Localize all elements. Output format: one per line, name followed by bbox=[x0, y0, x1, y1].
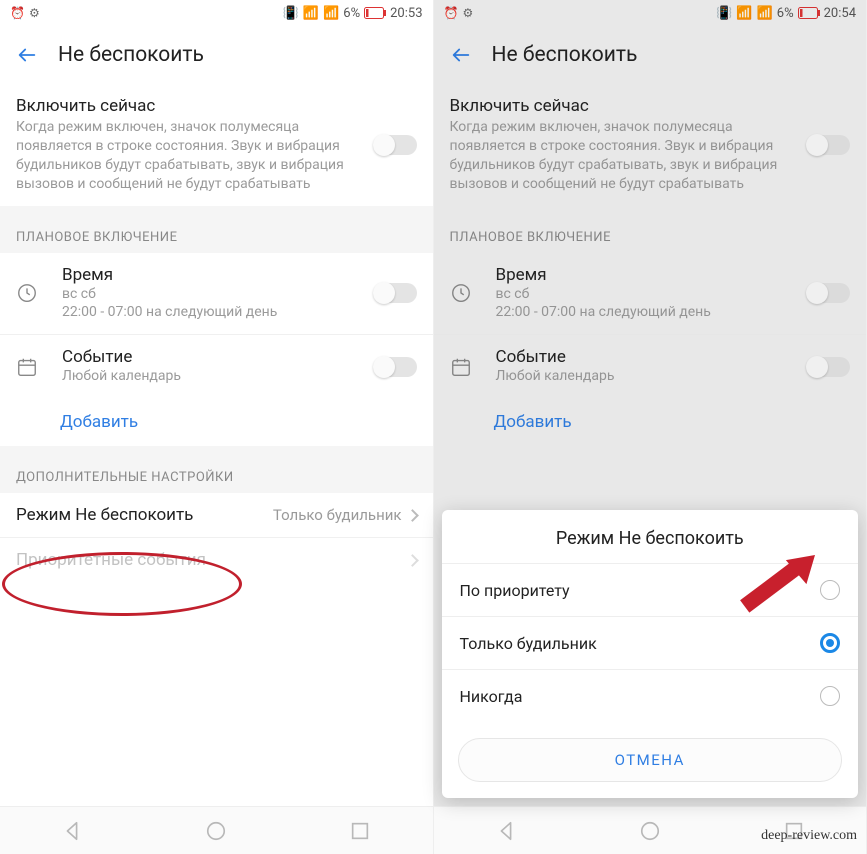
event-title: Событие bbox=[62, 347, 363, 367]
status-bar: ⏰ ⚙ 📳 📶 📶 6% 20:53 bbox=[0, 0, 433, 26]
alarm-icon: ⏰ bbox=[10, 6, 25, 20]
event-title: Событие bbox=[496, 347, 797, 367]
time-title: Время bbox=[62, 265, 363, 285]
bt-icon: ⚙ bbox=[29, 6, 40, 20]
event-sub: Любой календарь bbox=[62, 367, 363, 386]
page-title: Не беспокоить bbox=[492, 43, 638, 67]
battery-pct: 6% bbox=[777, 6, 794, 21]
wifi-icon: 📶 bbox=[736, 6, 752, 21]
turn-on-desc: Когда режим включен, значок полумесяца п… bbox=[450, 118, 797, 194]
option-label: По приоритету bbox=[460, 581, 570, 600]
time-range: 22:00 - 07:00 на следующий день bbox=[62, 303, 363, 322]
chevron-right-icon bbox=[406, 509, 419, 522]
more-header: ДОПОЛНИТЕЛЬНЫЕ НАСТРОЙКИ bbox=[0, 446, 433, 493]
turn-on-now-row[interactable]: Включить сейчас Когда режим включен, зна… bbox=[434, 84, 867, 206]
radio-unselected-icon[interactable] bbox=[820, 580, 840, 600]
nav-bar bbox=[0, 806, 433, 854]
radio-unselected-icon[interactable] bbox=[820, 686, 840, 706]
phone-right: ⏰ ⚙ 📳 📶 📶 6% 20:54 Не беспокоить Включит… bbox=[434, 0, 867, 854]
dnd-mode-title: Режим Не беспокоить bbox=[16, 505, 263, 525]
turn-on-now-row[interactable]: Включить сейчас Когда режим включен, зна… bbox=[0, 84, 433, 206]
page-header: Не беспокоить bbox=[0, 26, 433, 84]
option-priority[interactable]: По приоритету bbox=[442, 563, 859, 616]
scheduled-header: ПЛАНОВОЕ ВКЛЮЧЕНИЕ bbox=[0, 206, 433, 253]
radio-selected-icon[interactable] bbox=[820, 633, 840, 653]
nav-home-icon[interactable] bbox=[205, 820, 227, 842]
turn-on-desc: Когда режим включен, значок полумесяца п… bbox=[16, 118, 363, 194]
battery-icon bbox=[364, 7, 386, 19]
calendar-icon bbox=[450, 356, 472, 378]
event-toggle[interactable] bbox=[373, 357, 417, 377]
time-row[interactable]: Время вс сб 22:00 - 07:00 на следующий д… bbox=[0, 253, 433, 335]
vibrate-icon: 📳 bbox=[716, 6, 732, 21]
battery-icon bbox=[798, 7, 820, 19]
back-icon[interactable] bbox=[16, 44, 38, 66]
scheduled-header: ПЛАНОВОЕ ВКЛЮЧЕНИЕ bbox=[434, 206, 867, 253]
priority-events-title: Приоритетные события bbox=[16, 550, 398, 570]
clock: 20:54 bbox=[824, 6, 856, 21]
clock-icon bbox=[16, 282, 38, 304]
option-alarms[interactable]: Только будильник bbox=[442, 616, 859, 669]
event-row[interactable]: Событие Любой календарь bbox=[0, 334, 433, 398]
dnd-mode-modal: Режим Не беспокоить По приоритету Только… bbox=[442, 510, 859, 798]
turn-on-title: Включить сейчас bbox=[16, 96, 363, 116]
time-toggle[interactable] bbox=[373, 283, 417, 303]
page-title: Не беспокоить bbox=[58, 43, 204, 67]
turn-on-toggle[interactable] bbox=[373, 135, 417, 155]
option-label: Только будильник bbox=[460, 634, 597, 653]
dnd-mode-row[interactable]: Режим Не беспокоить Только будильник bbox=[0, 493, 433, 537]
vibrate-icon: 📳 bbox=[283, 6, 299, 21]
cancel-button[interactable]: ОТМЕНА bbox=[458, 738, 843, 782]
dnd-mode-value: Только будильник bbox=[273, 506, 402, 524]
time-row[interactable]: Время вс сб 22:00 - 07:00 на следующий д… bbox=[434, 253, 867, 335]
clock: 20:53 bbox=[390, 6, 422, 21]
turn-on-toggle[interactable] bbox=[806, 135, 850, 155]
phone-left: ⏰ ⚙ 📳 📶 📶 6% 20:53 Не беспокоить Включит… bbox=[0, 0, 434, 854]
content-scroll[interactable]: Включить сейчас Когда режим включен, зна… bbox=[0, 84, 433, 806]
wifi-icon: 📶 bbox=[303, 6, 319, 21]
back-icon[interactable] bbox=[450, 44, 472, 66]
clock-icon bbox=[450, 282, 472, 304]
alarm-icon: ⏰ bbox=[444, 6, 459, 20]
priority-events-row: Приоритетные события bbox=[0, 537, 433, 582]
option-label: Никогда bbox=[460, 687, 523, 706]
nav-back-icon[interactable] bbox=[61, 820, 83, 842]
time-title: Время bbox=[496, 265, 797, 285]
time-range: 22:00 - 07:00 на следующий день bbox=[496, 303, 797, 322]
add-link[interactable]: Добавить bbox=[0, 398, 433, 446]
option-never[interactable]: Никогда bbox=[442, 669, 859, 722]
event-toggle[interactable] bbox=[806, 357, 850, 377]
nav-home-icon[interactable] bbox=[639, 820, 661, 842]
status-bar: ⏰ ⚙ 📳 📶 📶 6% 20:54 bbox=[434, 0, 867, 26]
calendar-icon bbox=[16, 356, 38, 378]
turn-on-title: Включить сейчас bbox=[450, 96, 797, 116]
time-days: вс сб bbox=[496, 285, 797, 304]
nav-back-icon[interactable] bbox=[495, 820, 517, 842]
signal-icon: 📶 bbox=[323, 6, 339, 21]
modal-title: Режим Не беспокоить bbox=[442, 510, 859, 563]
time-toggle[interactable] bbox=[806, 283, 850, 303]
nav-recent-icon[interactable] bbox=[349, 820, 371, 842]
event-row[interactable]: Событие Любой календарь bbox=[434, 334, 867, 398]
event-sub: Любой календарь bbox=[496, 367, 797, 386]
bt-icon: ⚙ bbox=[462, 6, 473, 20]
add-link[interactable]: Добавить bbox=[434, 398, 867, 446]
time-days: вс сб bbox=[62, 285, 363, 304]
page-header: Не беспокоить bbox=[434, 26, 867, 84]
watermark: deep-review.com bbox=[761, 828, 857, 844]
signal-icon: 📶 bbox=[757, 6, 773, 21]
chevron-right-icon bbox=[406, 554, 419, 567]
battery-pct: 6% bbox=[343, 6, 360, 21]
